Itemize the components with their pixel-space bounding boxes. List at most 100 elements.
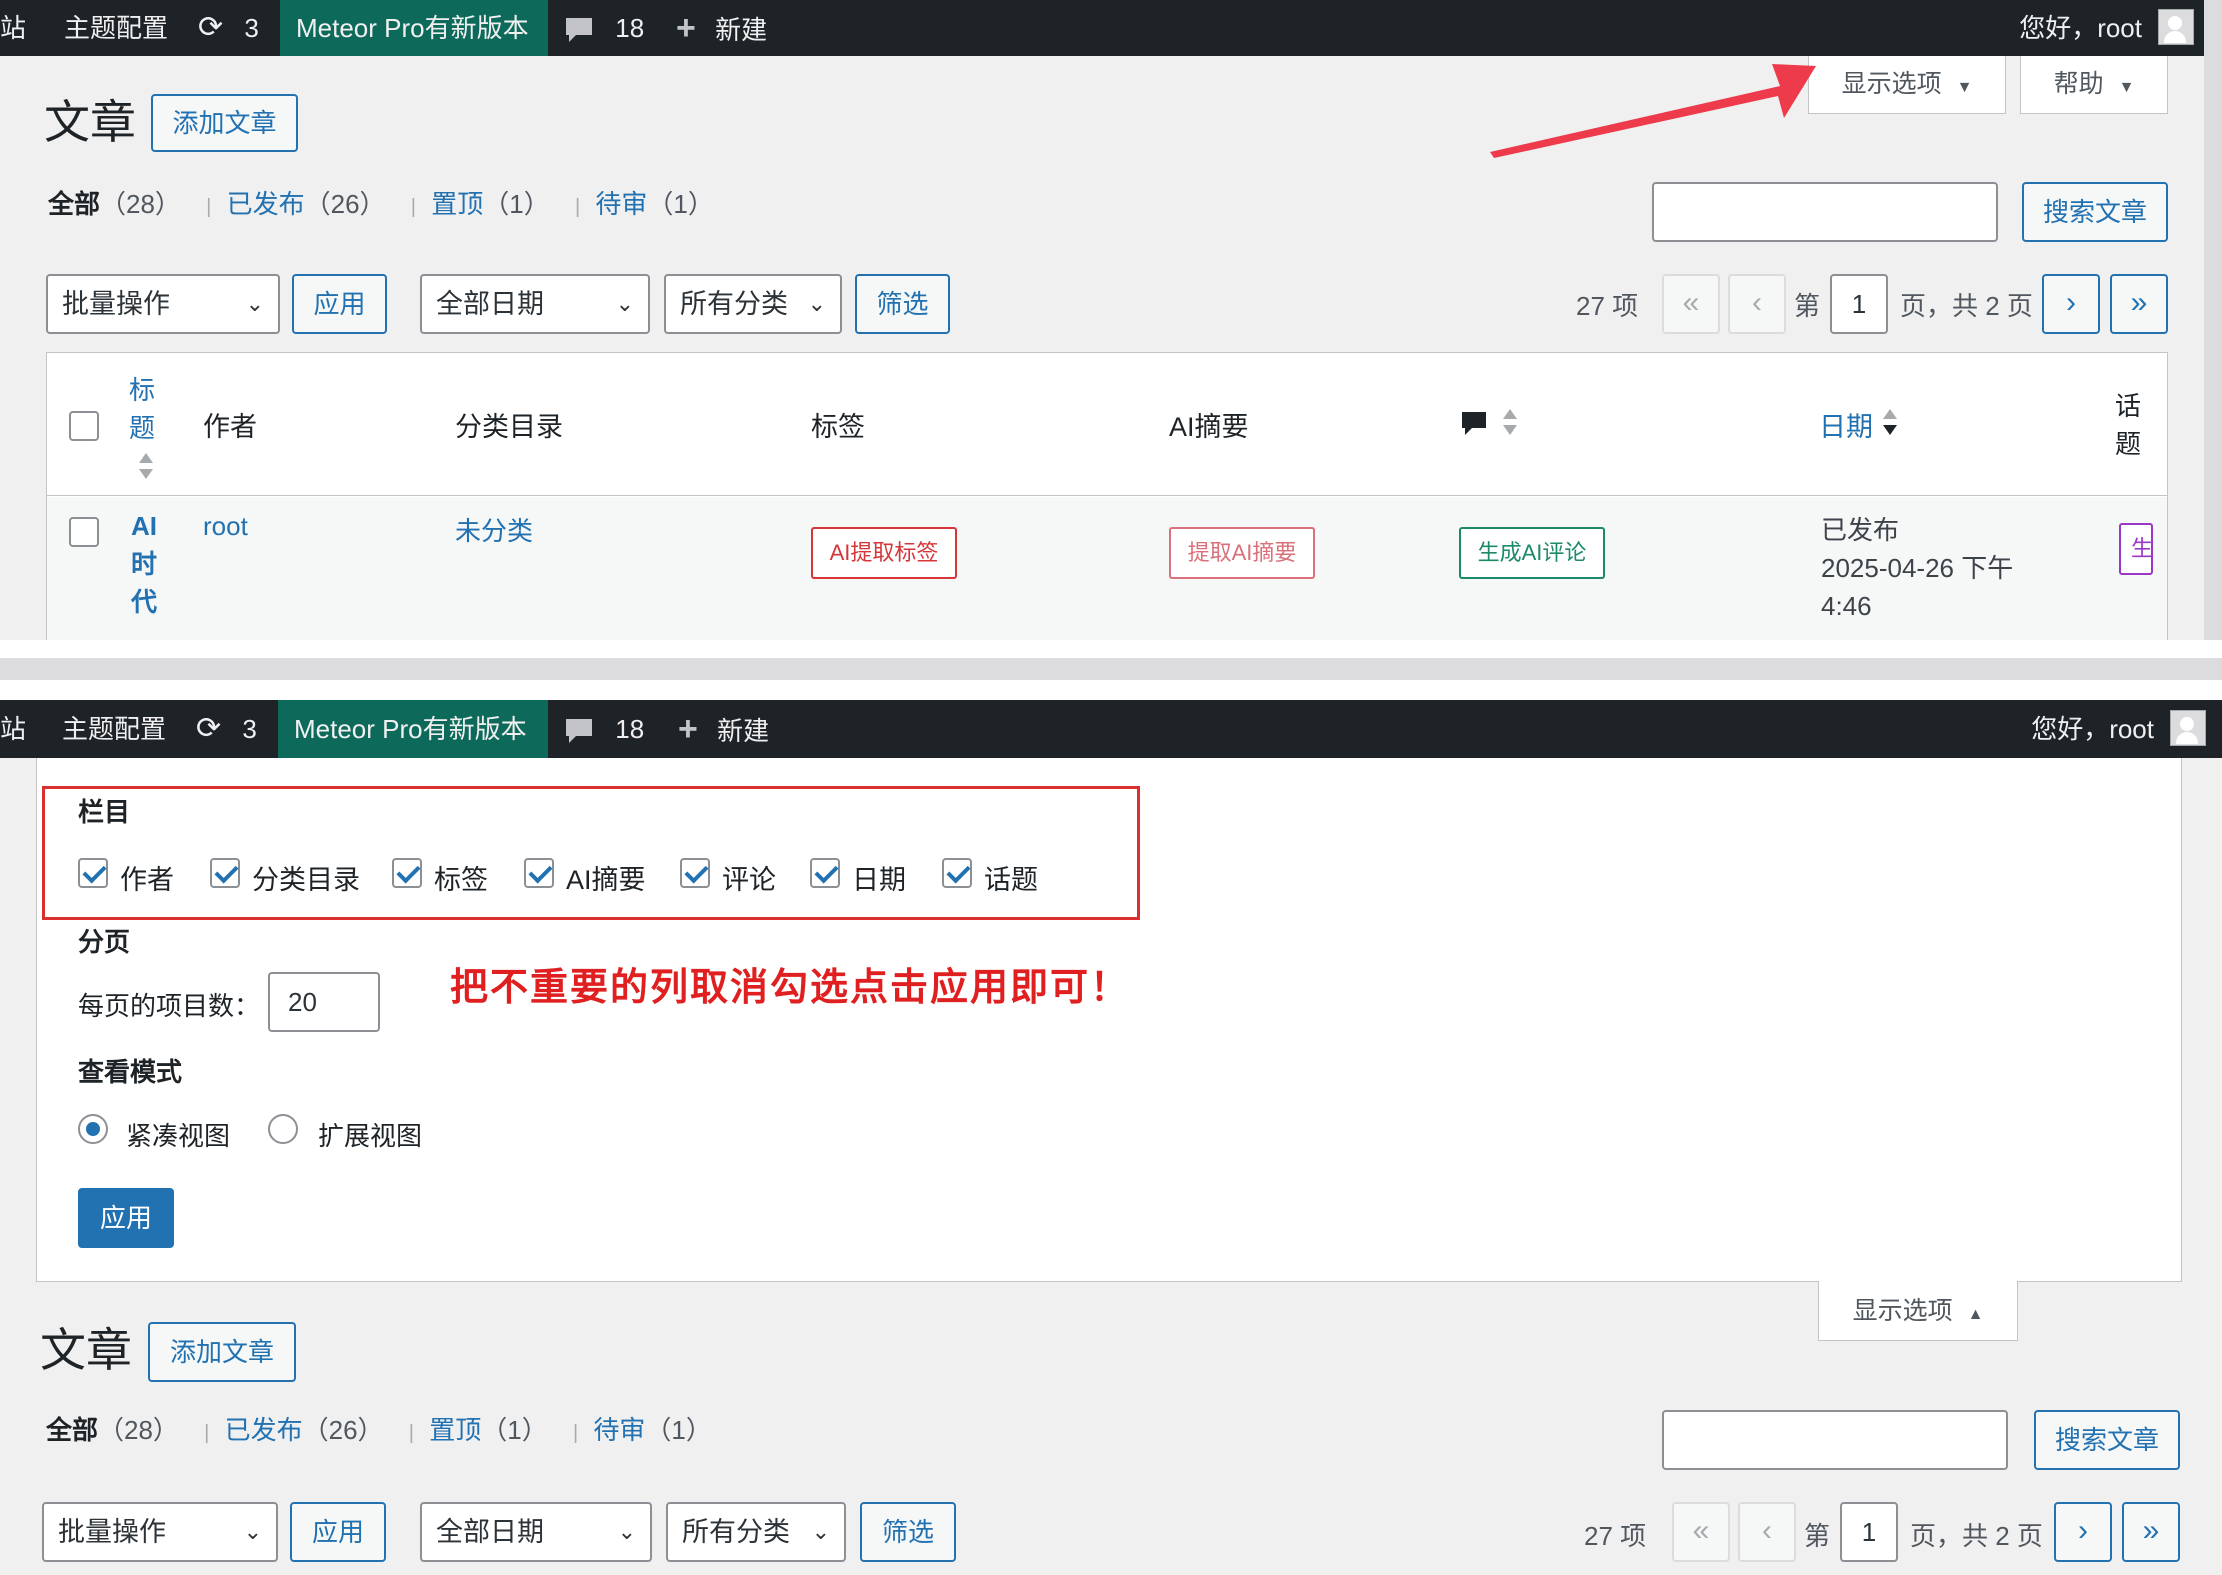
bulk-apply-button[interactable]: 应用 <box>290 1502 386 1562</box>
select-all-checkbox[interactable] <box>69 411 99 441</box>
comments-count: 18 <box>615 13 645 43</box>
sort-arrows-icon[interactable] <box>139 453 153 481</box>
ai-generate-comment-button[interactable]: 生成AI评论 <box>1459 527 1605 579</box>
last-page-button[interactable]: » <box>2110 274 2168 334</box>
filter-pending[interactable]: 待审 <box>593 1415 645 1445</box>
filter-published-count: （26） <box>302 1415 384 1445</box>
column-toggle-author-checkbox[interactable] <box>78 858 108 888</box>
column-toggle-tags-label[interactable]: 标签 <box>434 858 488 897</box>
page-suffix: 页，共 2 页 <box>1900 291 2033 321</box>
column-toggle-topic-checkbox[interactable] <box>942 858 972 888</box>
filter-button[interactable]: 筛选 <box>855 274 950 334</box>
filter-all[interactable]: 全部 <box>48 189 100 219</box>
ai-extract-summary-button[interactable]: 提取AI摘要 <box>1169 527 1315 579</box>
current-page-input[interactable]: 1 <box>1830 274 1888 334</box>
screen-options-apply-button[interactable]: 应用 <box>78 1188 174 1248</box>
filter-pending[interactable]: 待审 <box>595 189 647 219</box>
column-toggle-date-checkbox[interactable] <box>810 858 840 888</box>
post-category-link[interactable]: 未分类 <box>455 511 533 548</box>
category-filter-select[interactable]: 所有分类 ⌄ <box>666 1502 846 1562</box>
avatar[interactable] <box>2170 710 2206 746</box>
column-toggle-comments-checkbox[interactable] <box>680 858 710 888</box>
site-name-link[interactable]: 站 <box>0 700 26 758</box>
new-content-link[interactable]: + 新建 <box>676 0 767 56</box>
new-content-link[interactable]: + 新建 <box>678 700 769 758</box>
screen-options-tab[interactable]: 显示选项 ▼ <box>1808 56 2006 114</box>
bulk-apply-button[interactable]: 应用 <box>292 274 387 334</box>
avatar[interactable] <box>2158 9 2194 45</box>
site-name-link[interactable]: 站 <box>0 0 26 56</box>
column-toggle-ai-summary-label[interactable]: AI摘要 <box>566 858 646 897</box>
view-mode-heading: 查看模式 <box>78 1057 183 1087</box>
column-toggle-ai-summary-checkbox[interactable] <box>524 858 554 888</box>
greeting[interactable]: 您好，root <box>2019 0 2142 56</box>
sort-arrows-icon[interactable] <box>1503 409 1517 437</box>
column-toggle-comments-label[interactable]: 评论 <box>722 858 776 897</box>
column-toggle-date-label[interactable]: 日期 <box>852 858 906 897</box>
sort-arrows-icon[interactable] <box>1883 409 1897 437</box>
greeting[interactable]: 您好，root <box>2031 700 2154 758</box>
filter-all[interactable]: 全部 <box>46 1415 98 1445</box>
filter-button[interactable]: 筛选 <box>860 1502 956 1562</box>
current-page-input[interactable]: 1 <box>1840 1502 1898 1562</box>
column-toggle-author-label[interactable]: 作者 <box>120 858 174 897</box>
chevron-down-icon: ⌄ <box>807 291 826 316</box>
theme-update-notice[interactable]: Meteor Pro有新版本 <box>280 0 548 56</box>
search-input[interactable] <box>1652 182 1998 242</box>
scrollbar[interactable] <box>2204 0 2222 640</box>
column-toggle-categories-checkbox[interactable] <box>210 858 240 888</box>
status-filters: 全部（28） | 已发布（26） | 置顶（1） | 待审（1） <box>46 1412 712 1451</box>
add-new-post-button[interactable]: 添加文章 <box>151 94 298 152</box>
filter-published[interactable]: 已发布 <box>227 189 305 219</box>
row-checkbox[interactable] <box>69 517 99 547</box>
date-filter-select[interactable]: 全部日期 ⌄ <box>420 1502 652 1562</box>
updates-link[interactable]: ⟳ 3 <box>196 700 257 758</box>
column-title-header[interactable]: 标题 <box>129 371 159 447</box>
filter-sticky[interactable]: 置顶 <box>429 1415 481 1445</box>
prev-page-button[interactable]: ‹ <box>1738 1502 1796 1562</box>
date-filter-value: 全部日期 <box>436 289 544 319</box>
comments-link[interactable]: 18 <box>564 700 644 758</box>
chevron-down-icon: ⌄ <box>615 291 634 316</box>
scrollbar[interactable] <box>2204 758 2222 1575</box>
category-filter-select[interactable]: 所有分类 ⌄ <box>664 274 842 334</box>
comments-link[interactable]: 18 <box>564 0 644 56</box>
search-posts-button[interactable]: 搜索文章 <box>2034 1410 2180 1470</box>
search-input[interactable] <box>1662 1410 2008 1470</box>
ai-extract-tags-button[interactable]: AI提取标签 <box>811 527 957 579</box>
new-label: 新建 <box>717 716 770 746</box>
first-page-button[interactable]: « <box>1672 1502 1730 1562</box>
search-posts-button[interactable]: 搜索文章 <box>2022 182 2168 242</box>
column-toggle-tags-checkbox[interactable] <box>392 858 422 888</box>
column-toggle-categories-label[interactable]: 分类目录 <box>252 858 360 897</box>
filter-published[interactable]: 已发布 <box>225 1415 303 1445</box>
prev-page-button[interactable]: ‹ <box>1728 274 1786 334</box>
help-tab[interactable]: 帮助 ▼ <box>2020 56 2168 114</box>
post-author-link[interactable]: root <box>203 511 248 542</box>
first-page-button[interactable]: « <box>1662 274 1720 334</box>
theme-config-link[interactable]: 主题配置 <box>64 0 168 56</box>
per-page-input[interactable]: 20 <box>268 972 380 1032</box>
last-page-button[interactable]: » <box>2122 1502 2180 1562</box>
comment-bubble-icon[interactable] <box>1459 409 1489 439</box>
bulk-actions-select[interactable]: 批量操作 ⌄ <box>42 1502 278 1562</box>
bulk-actions-select[interactable]: 批量操作 ⌄ <box>46 274 280 334</box>
screen-options-tab[interactable]: 显示选项 ▲ <box>1818 1281 2018 1341</box>
compact-view-radio[interactable] <box>78 1114 108 1144</box>
caret-down-icon: ▼ <box>1956 79 1973 96</box>
next-page-button[interactable]: › <box>2042 274 2100 334</box>
date-filter-select[interactable]: 全部日期 ⌄ <box>420 274 650 334</box>
extended-view-radio[interactable] <box>268 1114 298 1144</box>
compact-view-label[interactable]: 紧凑视图 <box>126 1116 230 1153</box>
updates-link[interactable]: ⟳ 3 <box>198 0 259 56</box>
next-page-button[interactable]: › <box>2054 1502 2112 1562</box>
filter-sticky[interactable]: 置顶 <box>431 189 483 219</box>
theme-update-notice[interactable]: Meteor Pro有新版本 <box>278 700 548 758</box>
column-date-header[interactable]: 日期 <box>1819 405 1873 444</box>
extended-view-label[interactable]: 扩展视图 <box>318 1116 422 1153</box>
add-new-post-button[interactable]: 添加文章 <box>148 1322 296 1382</box>
theme-config-link[interactable]: 主题配置 <box>62 700 166 758</box>
post-title-link[interactable]: AI时代 <box>131 507 163 621</box>
column-toggle-topic-label[interactable]: 话题 <box>984 858 1038 897</box>
topic-button[interactable]: 生 <box>2119 523 2153 575</box>
